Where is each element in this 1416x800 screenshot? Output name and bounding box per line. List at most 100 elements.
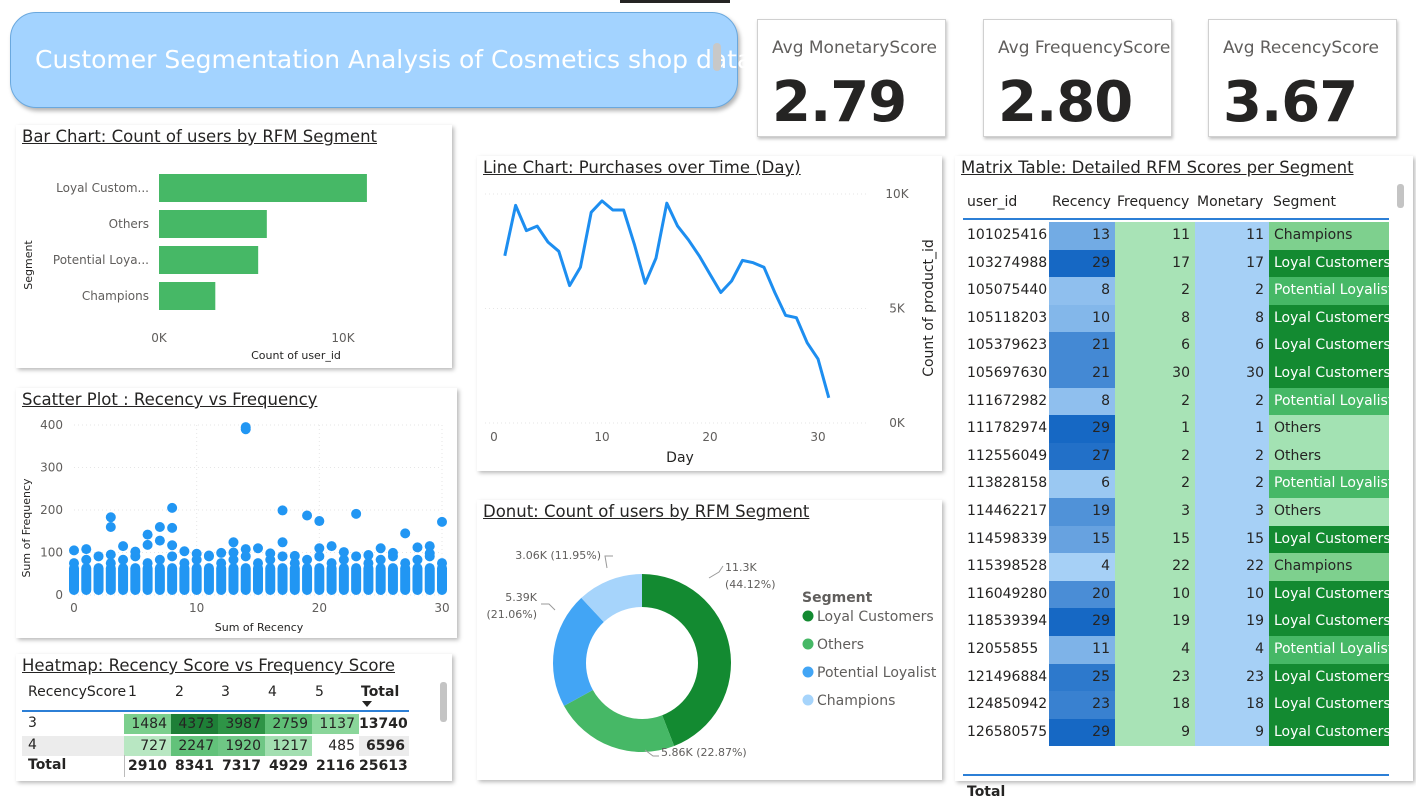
heatmap-cell[interactable]: 1217	[265, 736, 312, 756]
scatter-point[interactable]	[412, 542, 423, 553]
heatmap-cell[interactable]: 1137	[312, 714, 359, 734]
table-row[interactable]: 121496884 25 23 23 Loyal Customers	[963, 663, 1391, 692]
scatter-point[interactable]	[424, 541, 435, 552]
table-row[interactable]: 112556049 27 2 2 Others	[963, 442, 1389, 471]
kpi-card-recency[interactable]: Avg RecencyScore 3.67	[1208, 19, 1397, 137]
scatter-point[interactable]	[400, 558, 411, 569]
table-row[interactable]: 12055855 11 4 4 Potential Loyalist	[963, 636, 1393, 664]
matrix-panel[interactable]: Matrix Table: Detailed RFM Scores per Se…	[955, 156, 1413, 800]
scatter-point[interactable]	[142, 558, 153, 569]
scatter-point[interactable]	[314, 516, 325, 527]
scatter-point[interactable]	[69, 545, 79, 556]
bar-chart-panel[interactable]: Bar Chart: Count of users by RFM Segment…	[16, 125, 452, 368]
scatter-point-cluster[interactable]	[387, 563, 398, 595]
bar[interactable]	[159, 246, 259, 274]
scatter-point[interactable]	[240, 544, 251, 555]
donut-slice[interactable]	[563, 689, 675, 752]
heatmap-cell[interactable]: 1484	[124, 714, 171, 734]
scatter-point-cluster[interactable]	[203, 563, 214, 595]
scatter-point-cluster[interactable]	[240, 563, 251, 595]
scatter-point[interactable]	[375, 554, 386, 565]
scatter-point-cluster[interactable]	[228, 563, 239, 595]
scatter-point-cluster[interactable]	[265, 563, 276, 595]
scatter-point[interactable]	[167, 522, 178, 533]
scatter-point[interactable]	[437, 516, 447, 527]
table-row[interactable]: 114598339 15 15 15 Loyal Customers	[963, 525, 1391, 554]
donut-slice[interactable]	[553, 597, 604, 706]
scatter-point[interactable]	[326, 541, 337, 552]
scatter-point-cluster[interactable]	[93, 563, 104, 595]
scatter-point[interactable]	[154, 535, 165, 546]
table-row[interactable]: 114462217 19 3 3 Others	[963, 498, 1389, 526]
scatter-plot-panel[interactable]: Scatter Plot : Recency vs Frequency Sum …	[16, 388, 457, 638]
scatter-point-cluster[interactable]	[277, 563, 288, 595]
scatter-point[interactable]	[326, 558, 337, 569]
scatter-point[interactable]	[265, 548, 276, 559]
table-row[interactable]: 111782974 29 1 1 Others	[963, 415, 1389, 443]
scatter-point[interactable]	[105, 549, 116, 560]
kpi-card-frequency[interactable]: Avg FrequencyScore 2.80	[983, 19, 1172, 137]
scatter-point[interactable]	[240, 422, 251, 433]
table-row[interactable]: 115398528 4 22 22 Champions	[963, 553, 1389, 581]
line-series-purchases[interactable]	[503, 199, 831, 399]
scatter-point[interactable]	[93, 551, 104, 562]
scatter-point[interactable]	[351, 551, 362, 562]
table-row[interactable]: 105118203 10 8 8 Loyal Customers	[963, 304, 1391, 333]
scatter-point[interactable]	[314, 543, 325, 554]
matrix-col-recency[interactable]: Recency	[1052, 194, 1111, 210]
matrix-col-segment[interactable]: Segment	[1273, 194, 1336, 210]
table-row[interactable]: 124850942 23 18 18 Loyal Customers	[963, 691, 1391, 719]
scatter-point-cluster[interactable]	[351, 563, 362, 595]
scatter-point[interactable]	[69, 558, 79, 569]
matrix-scrollbar[interactable]	[1397, 184, 1404, 208]
scatter-point[interactable]	[277, 537, 288, 548]
scatter-point[interactable]	[167, 502, 178, 513]
scatter-point-cluster[interactable]	[302, 563, 313, 595]
scatter-point[interactable]	[228, 537, 239, 548]
scatter-point-cluster[interactable]	[375, 563, 386, 595]
scatter-point[interactable]	[167, 540, 178, 551]
donut-panel[interactable]: Donut: Count of users by RFM Segment Seg…	[477, 500, 942, 780]
matrix-col-user-id[interactable]: user_id	[967, 194, 1017, 210]
scatter-point[interactable]	[437, 558, 447, 569]
table-row[interactable]: 118539394 29 19 19 Loyal Customers	[963, 608, 1391, 636]
table-row[interactable]: 105379623 21 6 6 Loyal Customers	[963, 332, 1391, 360]
scatter-point[interactable]	[203, 550, 214, 561]
scatter-point[interactable]	[228, 547, 239, 558]
table-row[interactable]: 116049280 20 10 10 Loyal Customers	[963, 580, 1391, 609]
title-scrollbar[interactable]	[713, 43, 721, 71]
heatmap-cell[interactable]: 3987	[218, 714, 265, 734]
scatter-point[interactable]	[253, 543, 263, 554]
matrix-col-monetary[interactable]: Monetary	[1197, 194, 1263, 210]
matrix-col-frequency[interactable]: Frequency	[1117, 194, 1189, 210]
table-row[interactable]: 126580575 29 9 9 Loyal Customers	[963, 718, 1391, 747]
scatter-point[interactable]	[105, 512, 116, 523]
scatter-point-cluster[interactable]	[191, 563, 202, 595]
scatter-point[interactable]	[154, 554, 165, 565]
bar[interactable]	[159, 282, 216, 310]
bar[interactable]	[159, 210, 267, 238]
heatmap-cell[interactable]: 2247	[171, 736, 218, 756]
heatmap-cell[interactable]: 485	[312, 736, 359, 756]
scatter-point[interactable]	[118, 554, 129, 565]
scatter-point[interactable]	[400, 528, 411, 539]
table-row[interactable]: 105697630 21 30 30 Loyal Customers	[963, 360, 1391, 388]
donut-legend-label[interactable]: Potential Loyalist	[817, 665, 937, 681]
scatter-point-cluster[interactable]	[412, 563, 423, 595]
heatmap-total-header[interactable]: Total	[361, 684, 399, 700]
heatmap-scrollbar[interactable]	[440, 682, 447, 722]
scatter-point[interactable]	[302, 554, 313, 565]
heatmap-cell[interactable]: 1920	[218, 736, 265, 756]
kpi-card-monetary[interactable]: Avg MonetaryScore 2.79	[757, 19, 946, 137]
line-chart-panel[interactable]: Line Chart: Purchases over Time (Day) Da…	[477, 156, 942, 471]
scatter-point-cluster[interactable]	[314, 563, 325, 595]
table-row[interactable]: 111672982 8 2 2 Potential Loyalist	[963, 387, 1393, 416]
scatter-point[interactable]	[253, 558, 263, 569]
scatter-point[interactable]	[191, 548, 202, 559]
scatter-point[interactable]	[142, 529, 153, 540]
heatmap-cell[interactable]: 4373	[171, 714, 218, 734]
scatter-point[interactable]	[375, 543, 386, 554]
scatter-point[interactable]	[179, 558, 190, 569]
heatmap-cell[interactable]: 727	[124, 736, 171, 756]
scatter-point-cluster[interactable]	[424, 563, 435, 595]
